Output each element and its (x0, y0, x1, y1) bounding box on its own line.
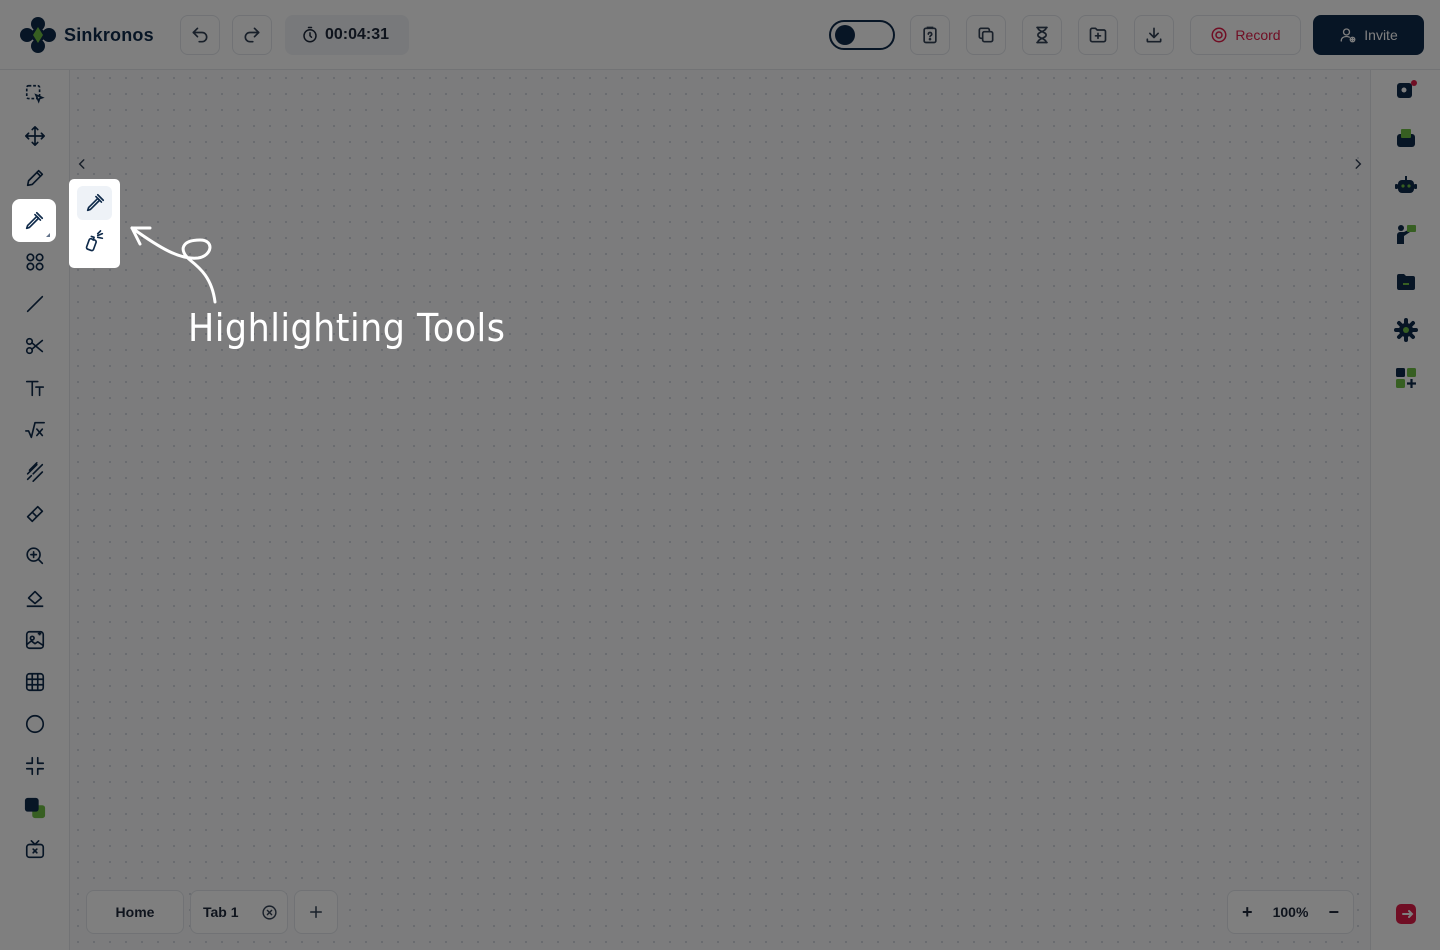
highlighter-option[interactable] (77, 186, 112, 220)
annotation-arrow-icon (130, 226, 217, 304)
highlighter-tool-spotlight[interactable] (12, 199, 56, 242)
highlighting-tools-flyout (69, 179, 120, 268)
tutorial-overlay (0, 0, 1440, 950)
highlighter-pen-icon (86, 193, 104, 212)
spray-highlighter-option[interactable] (77, 224, 112, 258)
highlighter-icon (25, 211, 44, 229)
spray-can-icon (85, 230, 103, 252)
annotation-label: Highlighting Tools (188, 306, 506, 350)
submenu-indicator (46, 233, 50, 237)
